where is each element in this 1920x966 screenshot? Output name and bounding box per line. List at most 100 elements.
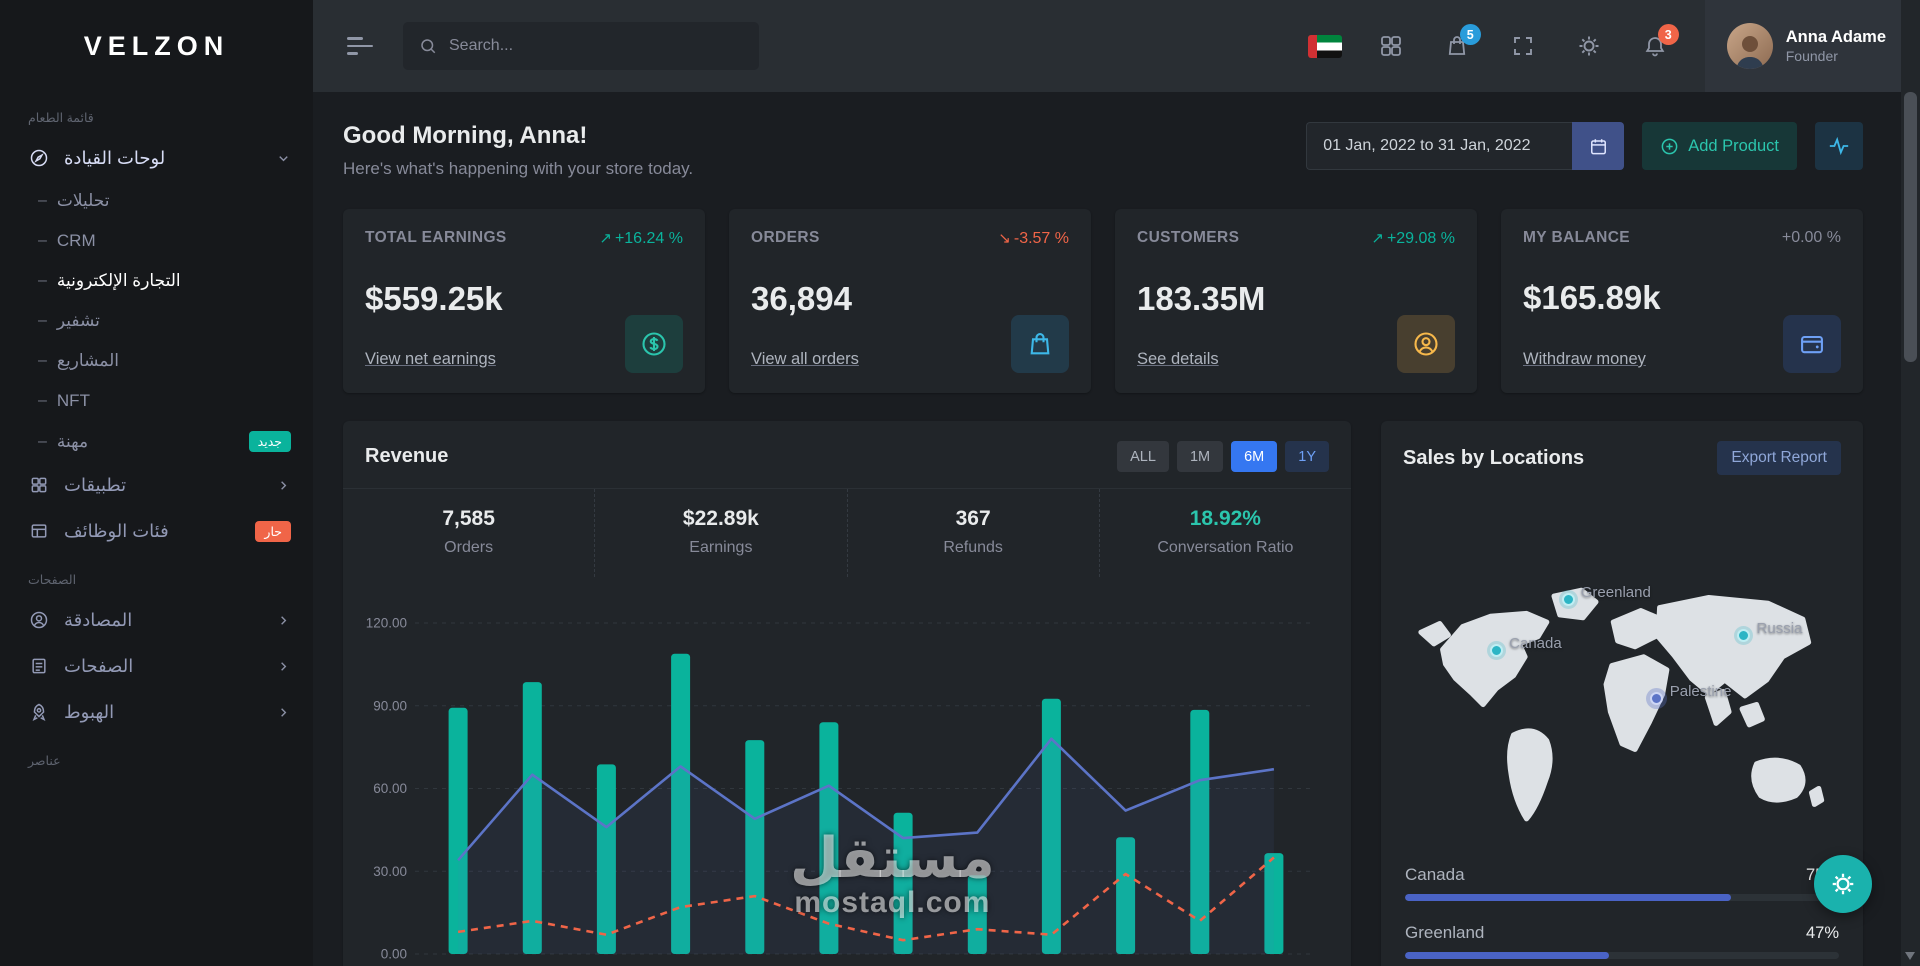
summary-value: 367 [955,507,991,530]
revenue-summary: 7,585 Orders $22.89k Earnings 367 Refund… [343,488,1351,577]
page-subtitle: Here's what's happening with your store … [343,159,694,178]
stat-cards: TOTAL EARNINGS +16.24 % $559.25k View ne… [343,209,1863,393]
sidebar-subitem-ecommerce[interactable]: التجارة الإلكترونية [0,261,313,301]
add-product-button[interactable]: Add Product [1642,122,1797,170]
stat-value: $165.89k [1523,279,1661,316]
user-role: Founder [1785,47,1838,64]
language-flag-button[interactable] [1299,20,1351,72]
export-report-button[interactable]: Export Report [1717,441,1841,475]
summary-label: Refunds [943,539,1003,556]
map-marker-canada[interactable] [1489,643,1503,657]
revenue-summary-orders: 7,585 Orders [343,489,594,577]
sidebar: VELZON قائمة الطعام لوحات القيادة تحليلا… [0,0,313,966]
page-scrollbar[interactable] [1901,0,1920,966]
filter-1y-button[interactable]: 1Y [1285,441,1329,472]
settings-fab-button[interactable] [1814,855,1872,913]
activity-button[interactable] [1815,122,1863,170]
stat-card-customers: CUSTOMERS +29.08 % 183.35M See details [1115,209,1477,393]
stat-label: CUSTOMERS [1137,229,1240,246]
app-logo[interactable]: VELZON [0,0,313,92]
filter-1m-button[interactable]: 1M [1176,441,1224,472]
gear-icon [1830,871,1856,897]
scrollbar-down-arrow[interactable] [1905,952,1915,960]
dashboard-row-2: Revenue ALL 1M 6M 1Y 7,585 Orders $22.89… [343,421,1901,966]
sidebar-item-layouts[interactable]: فئات الوظائف حار [0,508,313,554]
hot-badge: حار [255,520,291,542]
sidebar-item-dashboards[interactable]: لوحات القيادة [0,135,313,181]
summary-label: Conversation Ratio [1157,539,1294,556]
cart-count-badge: 5 [1459,24,1481,45]
revenue-summary-earnings: $22.89k Earnings [594,489,846,577]
filter-all-button[interactable]: ALL [1117,441,1169,472]
sidebar-item-label: الهبوط [64,701,115,722]
sidebar-subitem-nft[interactable]: NFT [0,381,313,421]
see-details-link[interactable]: See details [1137,350,1219,369]
trend-down-icon [998,229,1011,248]
map-marker-greenland[interactable] [1562,592,1576,606]
web-apps-button[interactable] [1365,20,1417,72]
sidebar-subitem-projects[interactable]: المشاريع [0,341,313,381]
sales-title: Sales by Locations [1403,446,1585,469]
withdraw-money-link[interactable]: Withdraw money [1523,350,1646,369]
sidebar-item-landing[interactable]: الهبوط [0,689,313,735]
revenue-chart-svg: 0.00 30.00 60.00 90.00 120.00 [366,616,1311,962]
location-value: 47% [1805,923,1839,942]
date-range-input[interactable] [1306,122,1573,170]
sidebar-subitem-crypto[interactable]: تشفير [0,301,313,341]
filter-6m-button[interactable]: 6M [1231,441,1278,472]
revenue-title: Revenue [365,445,449,467]
calendar-button[interactable] [1572,122,1625,170]
view-all-orders-link[interactable]: View all orders [751,350,859,369]
app-window: VELZON قائمة الطعام لوحات القيادة تحليلا… [0,0,1920,966]
subitem-label: تحليلات [56,191,110,210]
revenue-filters: ALL 1M 6M 1Y [1117,441,1329,472]
sidebar-subitem-analytics[interactable]: تحليلات [0,181,313,221]
sidebar-subitem-crm[interactable]: CRM [0,221,313,261]
cart-button[interactable]: 5 [1431,20,1483,72]
view-net-earnings-link[interactable]: View net earnings [365,350,496,369]
user-menu[interactable]: Anna Adame Founder [1704,0,1920,92]
search-input[interactable] [449,37,743,55]
hamburger-menu-button[interactable] [347,37,373,55]
map-marker-palestine[interactable] [1650,691,1664,705]
sidebar-section-pages: الصفحات [28,573,77,587]
layout-icon [28,520,50,542]
notifications-button[interactable]: 3 [1629,20,1681,72]
main-content: Good Morning, Anna! Here's what's happen… [313,92,1901,966]
map-marker-label: Greenland [1580,583,1651,601]
summary-value: $22.89k [682,507,759,530]
summary-value: 18.92% [1189,507,1261,530]
greeting-block: Good Morning, Anna! Here's what's happen… [343,122,693,179]
sidebar-dashboards-submenu: تحليلات CRM التجارة الإلكترونية تشفير ال… [0,181,313,462]
theme-toggle-button[interactable] [1563,20,1615,72]
new-badge: جديد [248,431,291,452]
chevron-right-icon [276,478,291,493]
chevron-right-icon [276,659,291,674]
trend-up-icon [599,229,612,248]
map-marker-russia[interactable] [1737,628,1750,642]
stat-card-orders: ORDERS -3.57 % 36,894 View all orders [729,209,1091,393]
sidebar-section-components: عناصر [28,754,61,768]
stat-trend: +0.00 % [1781,229,1841,246]
stat-trend: -3.57 % [1013,229,1069,247]
sidebar-item-label: تطبيقات [64,474,127,495]
sidebar-section-menu: قائمة الطعام [28,111,94,125]
fullscreen-button[interactable] [1497,20,1549,72]
scrollbar-thumb[interactable] [1904,92,1917,362]
notifications-count-badge: 3 [1657,24,1679,45]
sidebar-item-authentication[interactable]: المصادقة [0,597,313,643]
sidebar-item-apps[interactable]: تطبيقات [0,462,313,508]
sidebar-subitem-job[interactable]: مهنة جديد [0,421,313,462]
stat-card-balance: MY BALANCE +0.00 % $165.89k Withdraw mon… [1501,209,1863,393]
summary-label: Earnings [689,539,753,556]
progress-bar [1405,894,1839,901]
stat-label: ORDERS [751,229,820,246]
subitem-label: CRM [56,231,96,250]
sidebar-item-label: فئات الوظائف [64,520,169,541]
stat-value: 183.35M [1137,280,1266,317]
user-meta: Anna Adame Founder [1786,27,1886,65]
sidebar-item-pages[interactable]: الصفحات [0,643,313,689]
chevron-right-icon [276,705,291,720]
chevron-right-icon [276,613,291,628]
stat-value: $559.25k [365,280,503,317]
